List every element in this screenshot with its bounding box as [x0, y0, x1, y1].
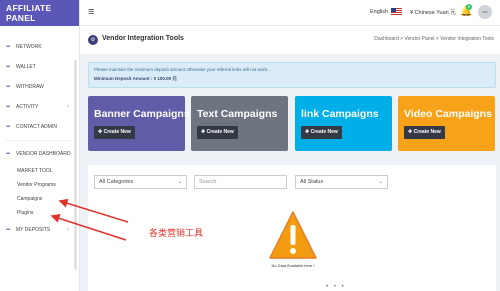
annotation-label: 各类营销工具 — [149, 229, 204, 239]
arrow-to-campaigns — [50, 214, 127, 241]
annotation-arrows — [50, 198, 129, 241]
arrow-to-vendor-programs — [58, 198, 129, 223]
